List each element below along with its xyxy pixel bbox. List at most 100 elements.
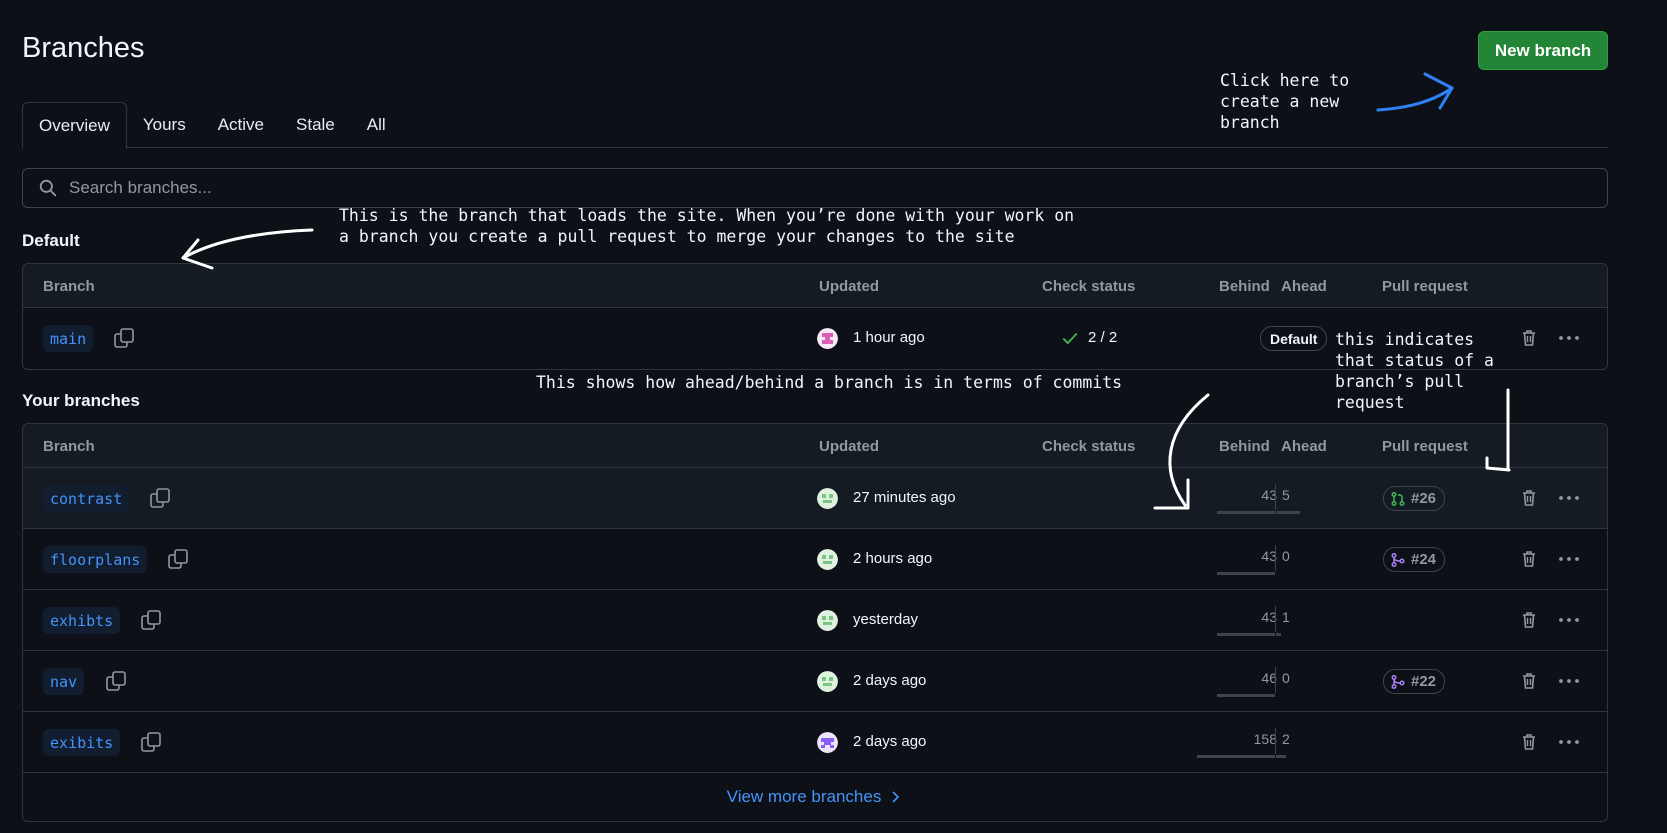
kebab-icon[interactable] [1558, 488, 1580, 508]
branch-name-link[interactable]: floorplans [43, 546, 148, 573]
annotation-default-branch: This is the branch that loads the site. … [339, 206, 1075, 246]
ahead-behind-divider [1275, 606, 1276, 632]
copy-icon[interactable] [140, 609, 162, 631]
kebab-icon[interactable] [1558, 671, 1580, 691]
avatar [817, 671, 838, 692]
avatar [817, 610, 838, 631]
trash-icon[interactable] [1519, 488, 1539, 508]
git-pull-request-icon [1391, 491, 1405, 506]
pull-request-number: #24 [1411, 551, 1437, 568]
trash-icon[interactable] [1519, 671, 1539, 691]
avatar [817, 488, 838, 509]
ahead-bar [1276, 511, 1300, 514]
column-behind: Behind [1219, 278, 1270, 295]
chevron-right-icon [892, 791, 900, 803]
kebab-icon[interactable] [1558, 610, 1580, 630]
branch-name-link[interactable]: contrast [43, 485, 130, 512]
pull-request-badge[interactable]: #24 [1383, 547, 1446, 572]
updated-time: 1 hour ago [853, 329, 925, 346]
behind-bar [1217, 572, 1275, 575]
behind-bar [1217, 511, 1275, 514]
copy-icon[interactable] [167, 548, 189, 570]
view-more-branches-link[interactable]: View more branches [23, 773, 1607, 821]
copy-icon[interactable] [140, 731, 162, 753]
column-check-status: Check status [1042, 278, 1136, 295]
updated-time: 2 days ago [853, 672, 927, 689]
column-behind: Behind [1219, 438, 1270, 455]
tab-overview[interactable]: Overview [22, 102, 127, 149]
kebab-icon[interactable] [1558, 328, 1580, 348]
behind-bar [1197, 755, 1275, 758]
column-pull-request: Pull request [1382, 278, 1468, 295]
annotation-ahead-behind: This shows how ahead/behind a branch is … [536, 373, 1123, 392]
your-branches-table: Branch Updated Check status Behind Ahead… [22, 423, 1608, 822]
copy-icon[interactable] [149, 487, 171, 509]
column-branch: Branch [43, 278, 95, 295]
column-ahead: Ahead [1281, 278, 1327, 295]
table-header: Branch Updated Check status Behind Ahead… [23, 264, 1607, 308]
updated-time: 2 days ago [853, 733, 927, 750]
pull-request-badge[interactable]: #26 [1383, 486, 1446, 511]
branch-name-link[interactable]: main [43, 325, 94, 352]
table-row: nav 2 days ago 46 0 #22 [23, 651, 1607, 712]
tab-all[interactable]: All [351, 102, 402, 148]
git-merge-icon [1391, 674, 1405, 689]
copy-icon[interactable] [105, 670, 127, 692]
search-box[interactable] [22, 168, 1608, 208]
kebab-icon[interactable] [1558, 732, 1580, 752]
ahead-count: 0 [1282, 548, 1290, 564]
table-row: exibits 2 days ago 158 2 [23, 712, 1607, 773]
branch-name-link[interactable]: exhibts [43, 607, 121, 634]
tab-yours[interactable]: Yours [127, 102, 202, 148]
updated-time: 27 minutes ago [853, 489, 956, 506]
copy-icon[interactable] [113, 327, 135, 349]
ahead-count: 1 [1282, 609, 1290, 625]
trash-icon[interactable] [1519, 610, 1539, 630]
behind-bar [1217, 694, 1275, 697]
trash-icon[interactable] [1519, 328, 1539, 348]
column-check-status: Check status [1042, 438, 1136, 455]
column-branch: Branch [43, 438, 95, 455]
default-section-title: Default [22, 231, 80, 250]
column-updated: Updated [819, 278, 879, 295]
ahead-count: 5 [1282, 487, 1290, 503]
ahead-bar [1276, 755, 1286, 758]
ahead-behind-divider [1275, 728, 1276, 754]
updated-time: 2 hours ago [853, 550, 933, 567]
table-row: floorplans 2 hours ago 43 0 #24 [23, 529, 1607, 590]
tab-active[interactable]: Active [202, 102, 280, 148]
pull-request-number: #22 [1411, 673, 1437, 690]
branch-name-link[interactable]: exibits [43, 729, 121, 756]
search-icon [39, 179, 57, 197]
search-input[interactable] [69, 178, 1569, 198]
tab-stale[interactable]: Stale [280, 102, 351, 148]
behind-count: 158 [1253, 731, 1277, 747]
annotation-pull-request: this indicates that status of a branch’s… [1335, 330, 1494, 412]
table-row: contrast 27 minutes ago 43 5 #26 [23, 468, 1607, 529]
pull-request-badge[interactable]: #22 [1383, 669, 1446, 694]
ahead-behind-divider [1275, 545, 1276, 571]
your-branches-title: Your branches [22, 391, 140, 410]
updated-time: yesterday [853, 611, 919, 628]
kebab-icon[interactable] [1558, 549, 1580, 569]
new-branch-button[interactable]: New branch [1478, 31, 1608, 70]
annotation-new-branch: Click here to create a new branch [1220, 71, 1350, 132]
avatar [817, 328, 838, 349]
ahead-count: 2 [1282, 731, 1290, 747]
column-ahead: Ahead [1281, 438, 1327, 455]
pull-request-number: #26 [1411, 490, 1437, 507]
page-title: Branches [22, 32, 145, 64]
avatar [817, 732, 838, 753]
ahead-behind-divider [1275, 667, 1276, 693]
branch-name-link[interactable]: nav [43, 668, 85, 695]
check-icon [1062, 332, 1078, 345]
check-status-count[interactable]: 2 / 2 [1088, 329, 1117, 346]
column-updated: Updated [819, 438, 879, 455]
trash-icon[interactable] [1519, 549, 1539, 569]
table-header: Branch Updated Check status Behind Ahead… [23, 424, 1607, 468]
view-more-label: View more branches [726, 787, 882, 806]
ahead-count: 0 [1282, 670, 1290, 686]
column-pull-request: Pull request [1382, 438, 1468, 455]
ahead-behind-divider [1275, 484, 1276, 510]
trash-icon[interactable] [1519, 732, 1539, 752]
